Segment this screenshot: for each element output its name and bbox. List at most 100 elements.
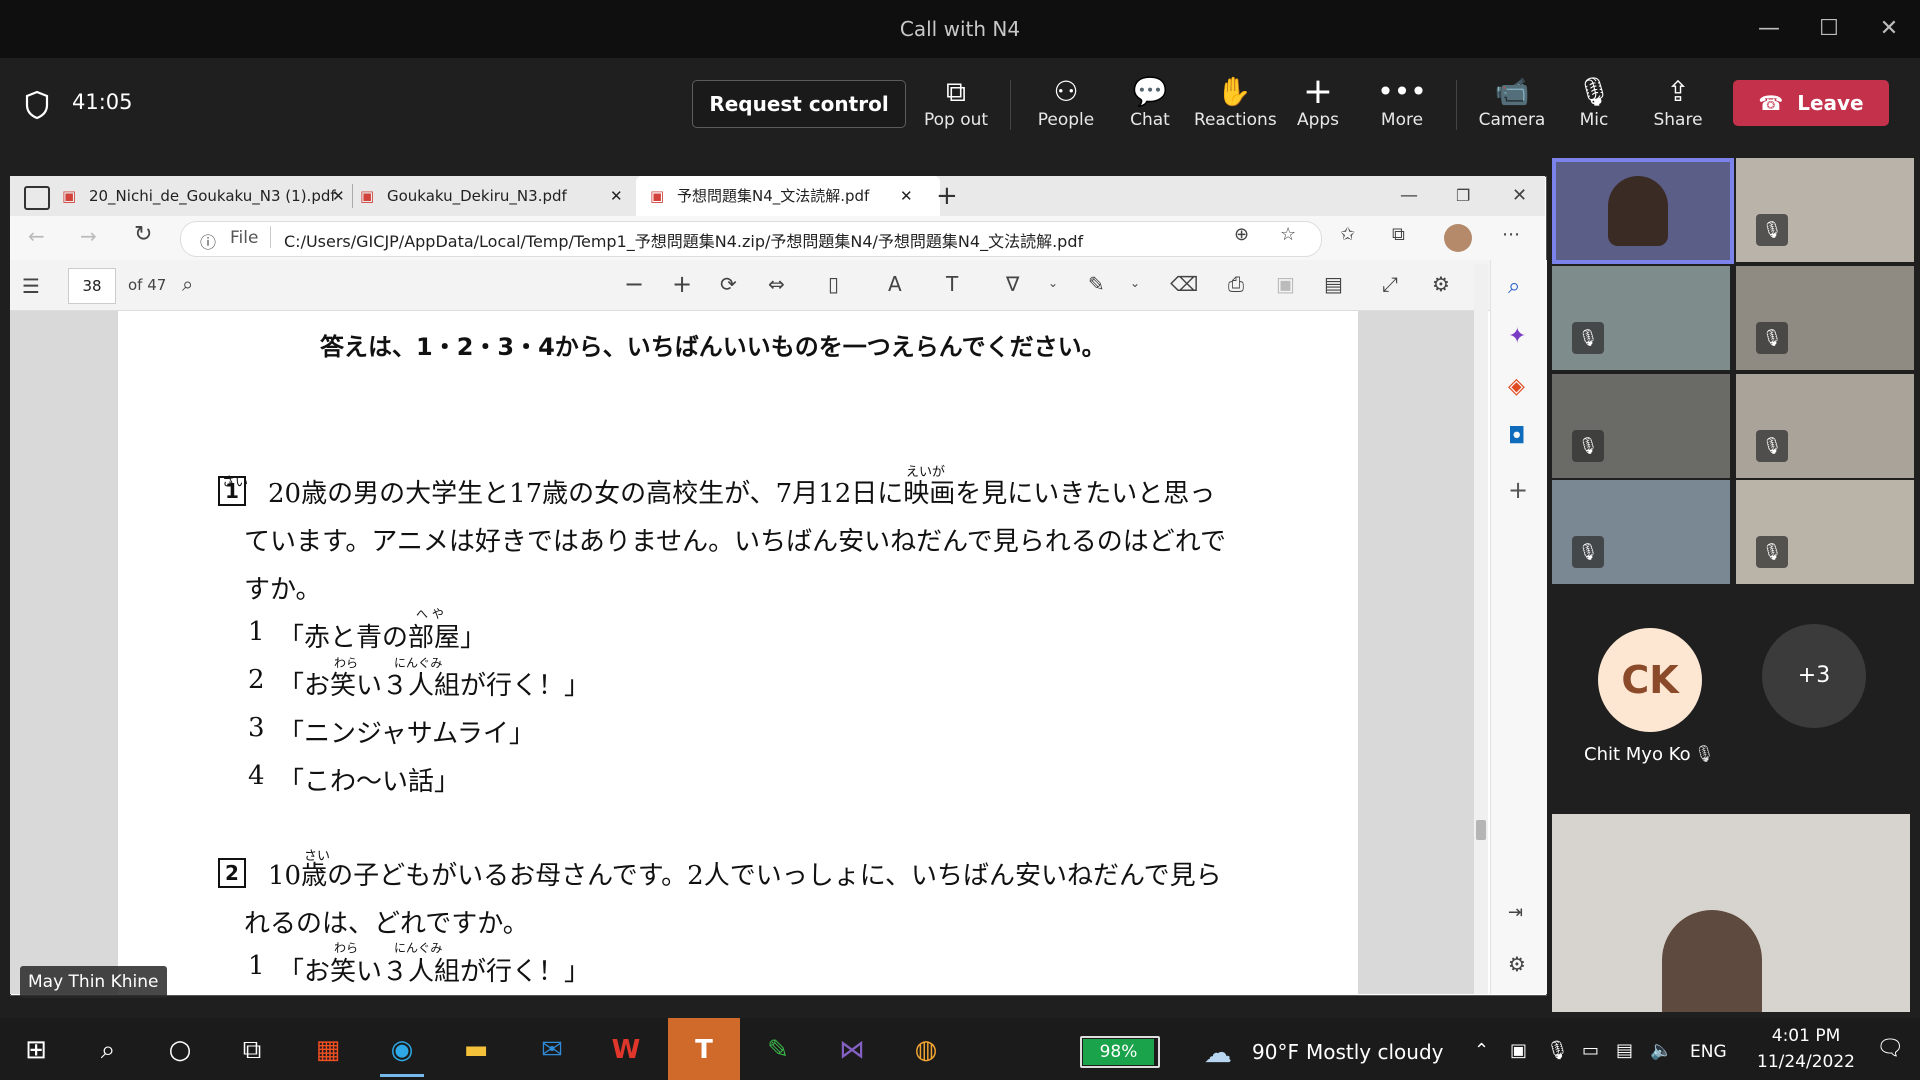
participant-video[interactable]: 🎙	[1552, 266, 1730, 370]
windows-start-icon[interactable]: ⊞	[14, 1028, 58, 1072]
new-tab-icon[interactable]: +	[936, 176, 958, 216]
battery-icon[interactable]: ▭	[1582, 1040, 1599, 1061]
participant-video[interactable]: 🎙	[1736, 266, 1914, 370]
refresh-icon[interactable]: ↻	[134, 222, 152, 247]
restore-browser-icon[interactable]: ❐	[1456, 176, 1470, 216]
minimize-browser-icon[interactable]: —	[1400, 176, 1418, 216]
save-icon[interactable]: ▣	[1276, 272, 1295, 296]
draw-icon[interactable]: ∇	[1006, 272, 1019, 296]
more-participants-button[interactable]: +3	[1762, 624, 1866, 728]
add-favorite-icon[interactable]: ☆	[1280, 224, 1296, 245]
volume-icon[interactable]: 🔈	[1650, 1040, 1672, 1061]
task-view-icon[interactable]: ⧉	[230, 1028, 274, 1072]
tab-actions-icon[interactable]	[24, 186, 50, 210]
edge-icon[interactable]: ◉	[380, 1028, 424, 1072]
hide-sidebar-icon[interactable]: ⇥	[1508, 902, 1523, 923]
close-browser-icon[interactable]: ✕	[1512, 176, 1527, 216]
maximize-icon[interactable]: ☐	[1814, 14, 1844, 44]
request-control-button[interactable]: Request control	[692, 80, 906, 128]
participant-video[interactable]: 🎙	[1736, 158, 1914, 262]
leave-button[interactable]: ☎ Leave	[1733, 80, 1889, 126]
people-button[interactable]: ⚇ People	[1026, 74, 1106, 144]
profile-avatar[interactable]	[1444, 224, 1472, 252]
scrollbar-thumb[interactable]	[1476, 820, 1486, 840]
vpn-icon[interactable]: ◍	[904, 1028, 948, 1072]
rotate-icon[interactable]: ⟳	[720, 272, 737, 296]
minimize-icon[interactable]: —	[1754, 14, 1784, 44]
zoom-out-icon[interactable]: −	[624, 270, 644, 298]
chevron-down-icon[interactable]: ⌄	[1048, 276, 1058, 290]
tab-pdf-2[interactable]: ▣ Goukaku_Dekiru_N3.pdf ✕	[360, 176, 632, 216]
participant-video-active[interactable]	[1552, 158, 1734, 264]
search-icon[interactable]: ⌕	[1508, 274, 1520, 299]
clock-date[interactable]: 11/24/2022	[1742, 1052, 1870, 1072]
eraser-icon[interactable]: ⌫	[1170, 272, 1198, 296]
back-icon[interactable]: ←	[28, 224, 45, 248]
notifications-icon[interactable]: 🗨	[1876, 1036, 1904, 1061]
clock-time[interactable]: 4:01 PM	[1756, 1026, 1856, 1046]
weather-temperature[interactable]: 90°F	[1252, 1040, 1299, 1064]
tab-pdf-1[interactable]: ▣ 20_Nichi_de_Goukaku_N3 (1).pdf ✕	[62, 176, 352, 216]
forward-icon[interactable]: →	[80, 224, 97, 248]
print-icon[interactable]: ⎙	[1228, 272, 1244, 296]
scrollbar[interactable]	[1474, 264, 1488, 994]
wps-office-icon[interactable]: W	[604, 1028, 648, 1072]
participant-video[interactable]: 🎙	[1552, 480, 1730, 584]
share-button[interactable]: ⇪ Share	[1638, 74, 1718, 144]
contents-icon[interactable]: ☰	[22, 274, 40, 298]
fit-width-icon[interactable]: ⇔	[768, 272, 785, 296]
outlook-icon[interactable]: ◘	[1508, 424, 1525, 449]
full-screen-icon[interactable]: ⤢	[1382, 272, 1398, 296]
zoom-icon[interactable]: ⊕	[1234, 224, 1249, 245]
save-as-icon[interactable]: ▤	[1324, 272, 1343, 296]
file-explorer-icon[interactable]: ▬	[454, 1028, 498, 1072]
favorites-icon[interactable]: ✩	[1340, 224, 1355, 245]
more-button[interactable]: ••• More	[1362, 74, 1442, 144]
discover-icon[interactable]: ✦	[1508, 324, 1526, 349]
address-url[interactable]: C:/Users/GICJP/AppData/Local/Temp/Temp1_…	[284, 228, 1083, 252]
close-tab-icon[interactable]: ✕	[332, 176, 345, 216]
add-text-icon[interactable]: T	[946, 272, 958, 296]
close-tab-icon[interactable]: ✕	[900, 176, 913, 216]
cortana-icon[interactable]: ○	[158, 1028, 202, 1072]
collections-icon[interactable]: ⧉	[1392, 224, 1405, 245]
chevron-down-icon[interactable]: ⌄	[1130, 276, 1140, 290]
pop-out-button[interactable]: ⧉ Pop out	[916, 74, 996, 144]
participant-video[interactable]: 🎙	[1552, 374, 1730, 478]
participant-video[interactable]: 🎙	[1736, 480, 1914, 584]
meet-now-icon[interactable]: ▣	[1510, 1040, 1527, 1061]
mic-button[interactable]: 🎙 Mic	[1554, 74, 1634, 144]
zoom-in-icon[interactable]: +	[672, 270, 692, 298]
find-icon[interactable]: ⌕	[182, 272, 193, 296]
reactions-button[interactable]: ✋ Reactions	[1194, 74, 1277, 144]
chat-button[interactable]: 💬 Chat	[1110, 74, 1190, 144]
settings-more-icon[interactable]: ⋯	[1502, 224, 1520, 245]
page-number-input[interactable]: 38	[68, 268, 116, 304]
self-video[interactable]	[1552, 814, 1910, 1012]
chevron-up-icon[interactable]: ⌃	[1474, 1040, 1489, 1061]
avatar[interactable]: CK	[1598, 628, 1702, 732]
highlight-icon[interactable]: ✎	[1088, 272, 1105, 296]
close-tab-icon[interactable]: ✕	[610, 176, 623, 216]
read-aloud-icon[interactable]: A	[888, 272, 902, 296]
office-icon[interactable]: ◈	[1508, 374, 1525, 399]
input-language[interactable]: ENG	[1690, 1042, 1727, 1062]
microphone-icon[interactable]: 🎙	[1546, 1040, 1569, 1061]
apps-button[interactable]: + Apps	[1278, 74, 1358, 144]
visual-studio-icon[interactable]: ⋈	[830, 1028, 874, 1072]
participant-video[interactable]: 🎙	[1736, 374, 1914, 478]
tab-pdf-active[interactable]: ▣ 予想問題集N4_文法読解.pdf ✕	[636, 176, 940, 216]
close-icon[interactable]: ✕	[1874, 14, 1904, 44]
microsoft-store-icon[interactable]: ▦	[306, 1028, 350, 1072]
teams-icon[interactable]: T	[682, 1028, 726, 1072]
network-icon[interactable]: ▤	[1616, 1040, 1633, 1061]
weather-condition[interactable]: Mostly cloudy	[1306, 1040, 1444, 1064]
add-sidebar-icon[interactable]: +	[1508, 476, 1528, 504]
camera-button[interactable]: 📹 Camera	[1472, 74, 1552, 144]
app-icon[interactable]: ✎	[756, 1028, 800, 1072]
page-view-icon[interactable]: ▯	[828, 272, 839, 296]
info-icon[interactable]: ⓘ	[200, 229, 216, 253]
mail-icon[interactable]: ✉	[530, 1028, 574, 1072]
sidebar-settings-icon[interactable]: ⚙	[1508, 952, 1526, 976]
search-icon[interactable]: ⌕	[86, 1028, 130, 1072]
